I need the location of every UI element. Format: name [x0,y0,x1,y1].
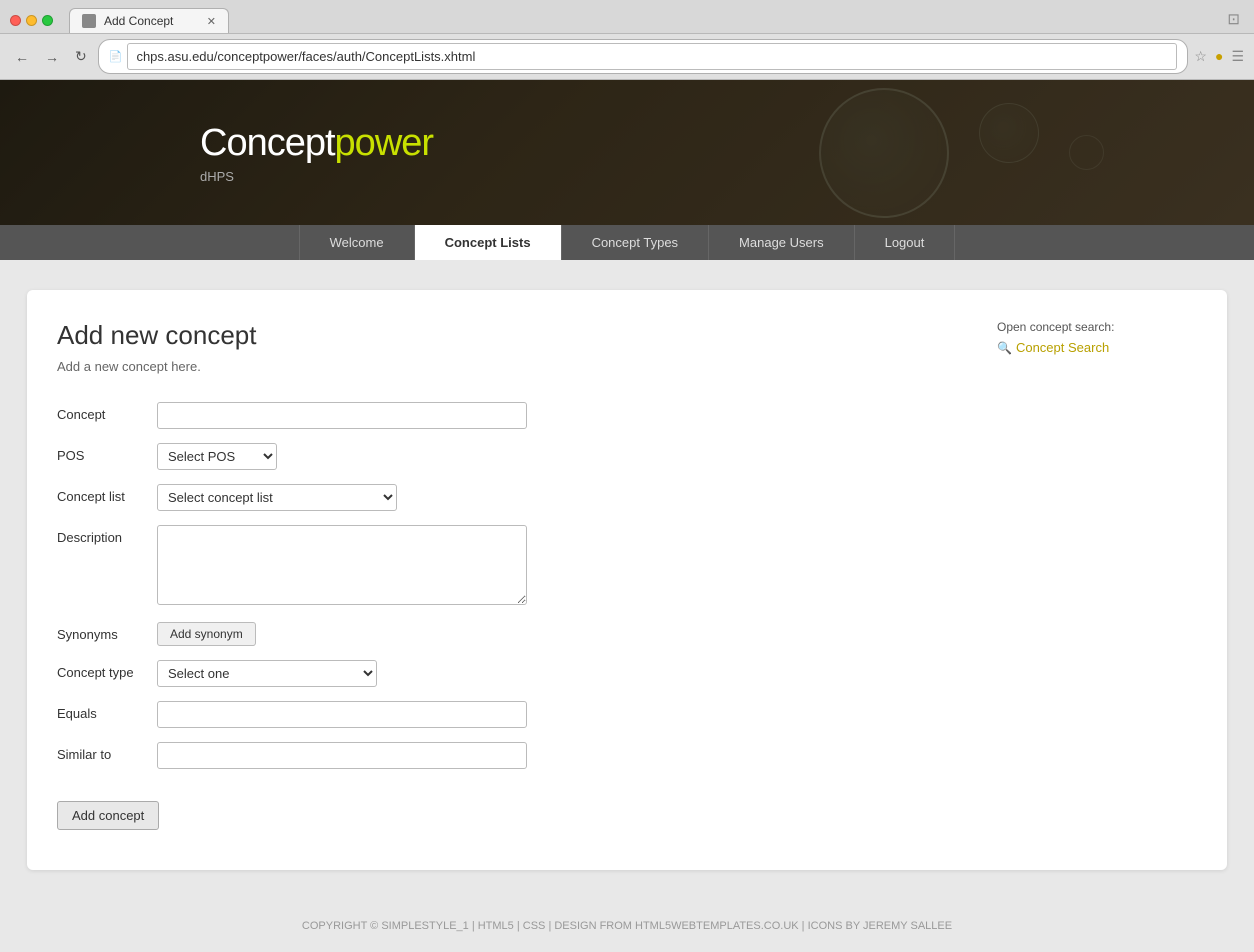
concept-type-field-wrap: Select one [157,660,977,687]
concept-type-label: Concept type [57,660,157,680]
pos-field-wrap: Select POS [157,443,977,470]
concept-search-link[interactable]: 🔍 Concept Search [997,340,1197,355]
logo-sub: dHPS [200,169,433,184]
synonyms-row: Synonyms Add synonym [57,622,977,646]
main-nav: Welcome Concept Lists Concept Types Mana… [0,225,1254,260]
footer-text: COPYRIGHT © SIMPLESTYLE_1 | HTML5 | CSS … [302,920,952,932]
forward-button[interactable]: → [40,47,64,67]
window-close-dot[interactable] [10,15,21,26]
tab-title: Add Concept [104,14,173,28]
content-card: Add new concept Add a new concept here. … [27,290,1227,870]
pos-row: POS Select POS [57,443,977,470]
synonyms-label: Synonyms [57,622,157,642]
header-decoration [819,80,1104,225]
sidebar-area: Open concept search: 🔍 Concept Search [997,320,1197,830]
concept-search-link-text: Concept Search [1016,340,1109,355]
address-lock-icon: 📄 [109,50,123,63]
concept-type-select[interactable]: Select one [157,660,377,687]
pos-select[interactable]: Select POS [157,443,277,470]
concept-list-row: Concept list Select concept list [57,484,977,511]
nav-item-manage-users[interactable]: Manage Users [709,225,855,260]
logo-text: Conceptpower [200,122,433,165]
window-minimize-dot[interactable] [26,15,37,26]
nav-item-concept-types[interactable]: Concept Types [562,225,709,260]
tab-favicon [82,14,96,28]
concept-field-wrap [157,402,977,429]
nav-item-welcome[interactable]: Welcome [299,225,415,260]
description-label: Description [57,525,157,545]
search-icon: 🔍 [997,341,1012,355]
bookmark-icon[interactable]: ☆ [1194,48,1207,65]
browser-tab[interactable]: Add Concept ✕ [69,8,229,33]
window-controls-icon: ⊡ [1227,10,1240,28]
description-field-wrap [157,525,977,608]
site-footer: COPYRIGHT © SIMPLESTYLE_1 | HTML5 | CSS … [0,900,1254,952]
similar-to-input[interactable] [157,742,527,769]
concept-label: Concept [57,402,157,422]
concept-row: Concept [57,402,977,429]
pos-label: POS [57,443,157,463]
equals-label: Equals [57,701,157,721]
add-concept-button[interactable]: Add concept [57,801,159,830]
concept-list-select[interactable]: Select concept list [157,484,397,511]
similar-to-field-wrap [157,742,977,769]
address-bar[interactable] [127,43,1177,70]
form-and-sidebar: Add new concept Add a new concept here. … [57,320,1197,830]
deco-circle-small [979,103,1039,163]
logo-plain: Concept [200,122,335,164]
logo-accent: power [335,122,434,164]
concept-list-label: Concept list [57,484,157,504]
description-textarea[interactable] [157,525,527,605]
back-button[interactable]: ← [10,47,34,67]
synonyms-field-wrap: Add synonym [157,622,977,646]
deco-circle-tiny [1069,135,1104,170]
window-maximize-dot[interactable] [42,15,53,26]
equals-row: Equals [57,701,977,728]
tab-close-button[interactable]: ✕ [207,15,216,28]
equals-field-wrap [157,701,977,728]
logo-area: Conceptpower dHPS [200,122,433,184]
profile-icon[interactable]: ● [1215,48,1223,65]
concept-type-row: Concept type Select one [57,660,977,687]
page-title: Add new concept [57,320,977,351]
concept-list-field-wrap: Select concept list [157,484,977,511]
nav-item-logout[interactable]: Logout [855,225,956,260]
description-row: Description [57,525,977,608]
site-header: Conceptpower dHPS [0,80,1254,225]
equals-input[interactable] [157,701,527,728]
nav-item-concept-lists[interactable]: Concept Lists [415,225,562,260]
refresh-button[interactable]: ↻ [70,46,92,67]
similar-to-row: Similar to [57,742,977,769]
deco-circle-large [819,88,949,218]
add-synonym-button[interactable]: Add synonym [157,622,256,646]
main-content: Add new concept Add a new concept here. … [0,260,1254,900]
page-subtitle: Add a new concept here. [57,359,977,374]
similar-to-label: Similar to [57,742,157,762]
form-area: Add new concept Add a new concept here. … [57,320,977,830]
open-search-label: Open concept search: [997,320,1197,334]
menu-icon[interactable]: ☰ [1231,48,1244,65]
concept-input[interactable] [157,402,527,429]
